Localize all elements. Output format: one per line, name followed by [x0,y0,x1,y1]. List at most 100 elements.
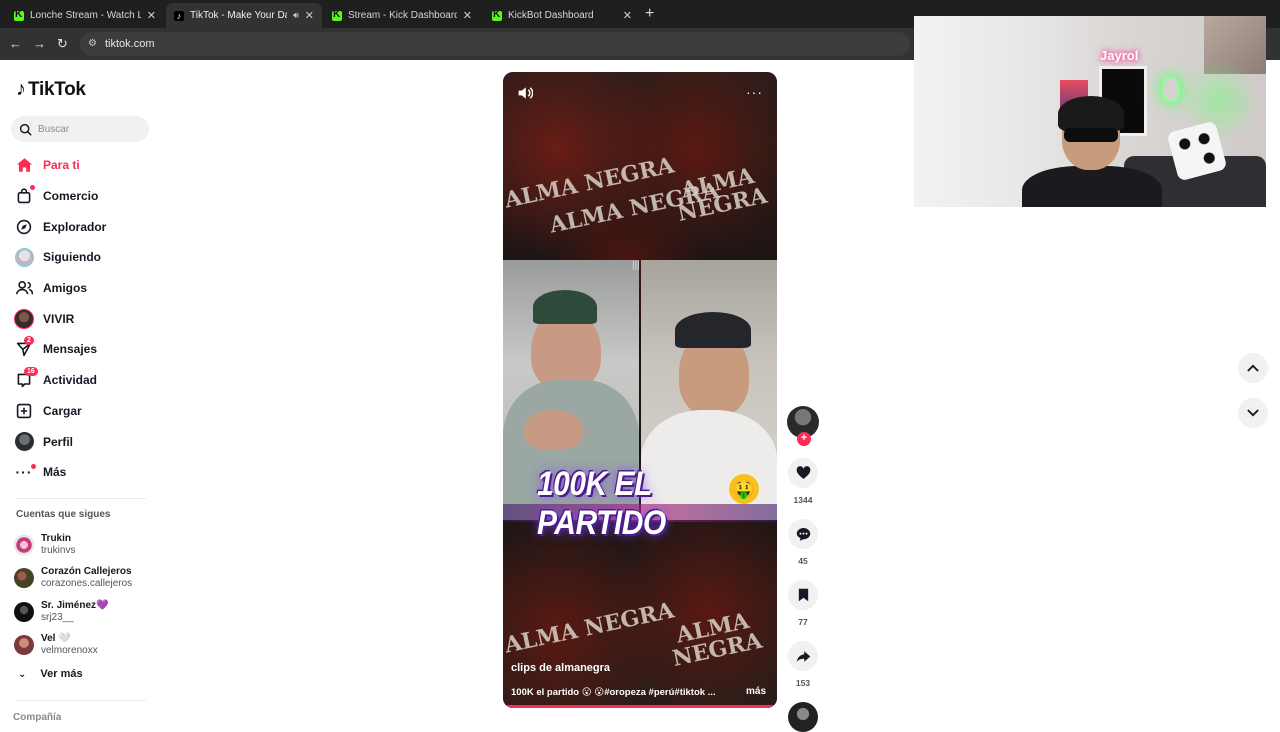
sidebar-item-mas[interactable]: ··· Más [14,457,154,488]
video-more-icon[interactable]: ··· [746,84,763,100]
webcam-overlay: Jayrol [914,16,1266,207]
video-author[interactable]: clips de almanegra [511,662,610,674]
following-list: Trukin trukinvs Corazón Callejeros coraz… [14,528,154,662]
follow-plus-icon[interactable]: + [797,432,811,446]
description-more-button[interactable]: más [746,686,766,697]
messages-badge: 2 [24,336,34,346]
following-item[interactable]: Trukin trukinvs [14,528,154,562]
browser-tab-lonche-stream[interactable]: Lonche Stream - Watch Live on ✕ [6,3,164,28]
speaker-icon[interactable]: 🔊︎ [293,10,299,21]
sidebar-divider [16,700,146,701]
like-action[interactable]: 1344 [786,458,820,505]
following-handle: corazones.callejeros [41,578,133,590]
next-video-button[interactable] [1238,398,1268,428]
reload-icon[interactable]: ↻ [57,36,68,52]
close-icon[interactable]: ✕ [147,9,156,22]
notification-dot [31,464,36,470]
following-handle: trukinvs [41,544,76,556]
more-icon: ··· [14,462,36,482]
share-count: 153 [795,678,811,688]
volume-icon[interactable] [517,86,534,105]
see-more-button[interactable]: ⌄ Ver más [18,668,83,680]
person-hands [523,410,583,450]
sidebar-item-actividad[interactable]: 16 Actividad [14,365,154,396]
search-input[interactable] [38,123,133,135]
sidebar-item-mensajes[interactable]: 2 Mensajes [14,334,154,365]
new-tab-icon[interactable]: + [645,5,654,23]
sound-disc[interactable] [788,702,818,732]
company-link[interactable]: Compañía [13,712,61,723]
url-field[interactable]: ⚙ tiktok.com [80,32,910,56]
sidebar-item-siguiendo[interactable]: Siguiendo [14,242,154,273]
live-avatar-icon [14,308,34,329]
sidebar-nav: Para ti Comercio Explorador Siguiendo Am… [14,150,154,488]
streamer-body [1022,166,1162,207]
share-action[interactable]: 153 [786,641,820,688]
forward-icon[interactable]: → [33,36,46,51]
tiktok-logo[interactable]: ♪ TikTok [16,78,86,101]
sidebar-item-amigos[interactable]: Amigos [14,273,154,304]
compass-icon [14,217,34,237]
following-item[interactable]: Sr. Jiménez💜 srj23__ [14,595,154,629]
chevron-down-icon [1247,409,1259,417]
tiktok-note-icon: ♪ [16,78,26,100]
sidebar-item-vivir[interactable]: VIVIR [14,303,154,334]
following-name: Sr. Jiménez💜 [41,599,109,611]
following-item[interactable]: Corazón Callejeros corazones.callejeros [14,562,154,596]
bookmark-icon[interactable] [788,580,818,610]
sidebar-item-label: Más [43,465,67,480]
previous-video-button[interactable] [1238,353,1268,383]
heart-icon[interactable] [788,458,818,488]
following-item[interactable]: Vel 🤍 velmorenoxx [14,629,154,663]
tab-title: Stream - Kick Dashboard [348,10,457,21]
logo-text: TikTok [28,78,86,100]
search-box[interactable] [11,116,149,142]
close-icon[interactable]: ✕ [305,9,314,22]
tab-title: Lonche Stream - Watch Live on [30,10,141,21]
see-more-label: Ver más [40,668,83,680]
save-count: 77 [798,617,808,627]
following-name: Vel 🤍 [41,633,71,645]
browser-tab-kickbot[interactable]: KickBot Dashboard ✕ [484,3,640,28]
notification-dot [30,185,35,191]
activity-badge: 16 [24,367,38,377]
sidebar-item-explorador[interactable]: Explorador [14,211,154,242]
sidebar-item-comercio[interactable]: Comercio [14,181,154,212]
sidebar-item-label: Cargar [43,403,82,418]
sidebar-item-label: Explorador [43,219,107,234]
profile-avatar-icon [14,432,34,452]
sidebar-item-label: Perfil [43,434,74,449]
video-player[interactable]: ALMA NEGRA ALMA NEGRA ALMA NEGRA ALMA NE… [503,72,777,708]
sidebar-item-label: Comercio [43,189,99,204]
creator-avatar[interactable]: + [787,406,819,446]
neon-sign-text: Jayrol [1100,48,1139,63]
back-icon[interactable]: ← [9,36,22,51]
friends-icon [14,278,34,298]
comment-icon[interactable] [788,519,818,549]
tab-title: TikTok - Make Your Day [190,10,288,21]
sidebar-item-cargar[interactable]: Cargar [14,396,154,427]
activity-icon: 16 [14,367,38,390]
close-icon[interactable]: ✕ [463,9,472,22]
close-icon[interactable]: ✕ [623,9,632,22]
avatar [14,635,34,656]
sidebar-item-para-ti[interactable]: Para ti [14,150,154,181]
messages-icon: 2 [14,336,34,359]
kick-icon [14,9,24,21]
site-info-icon[interactable]: ⚙ [88,32,97,56]
share-icon[interactable] [788,641,818,671]
save-action[interactable]: 77 [786,580,820,627]
browser-tab-kick-dashboard[interactable]: Stream - Kick Dashboard ✕ [324,3,480,28]
browser-tab-tiktok[interactable]: ♪ TikTok - Make Your Day 🔊︎ ✕ [166,3,322,28]
sidebar-item-perfil[interactable]: Perfil [14,426,154,457]
following-section-title: Cuentas que sigues [16,509,111,520]
tab-title: KickBot Dashboard [508,10,594,21]
comment-action[interactable]: 45 [786,519,820,566]
sidebar-item-label: Mensajes [43,342,98,357]
video-actions: + 1344 45 77 153 [786,406,820,732]
search-icon [19,123,32,136]
video-progress-bar[interactable] [503,705,777,708]
following-name: Corazón Callejeros [41,566,132,578]
money-face-emoji: 🤑 [729,474,759,504]
following-handle: velmorenoxx [41,645,98,657]
